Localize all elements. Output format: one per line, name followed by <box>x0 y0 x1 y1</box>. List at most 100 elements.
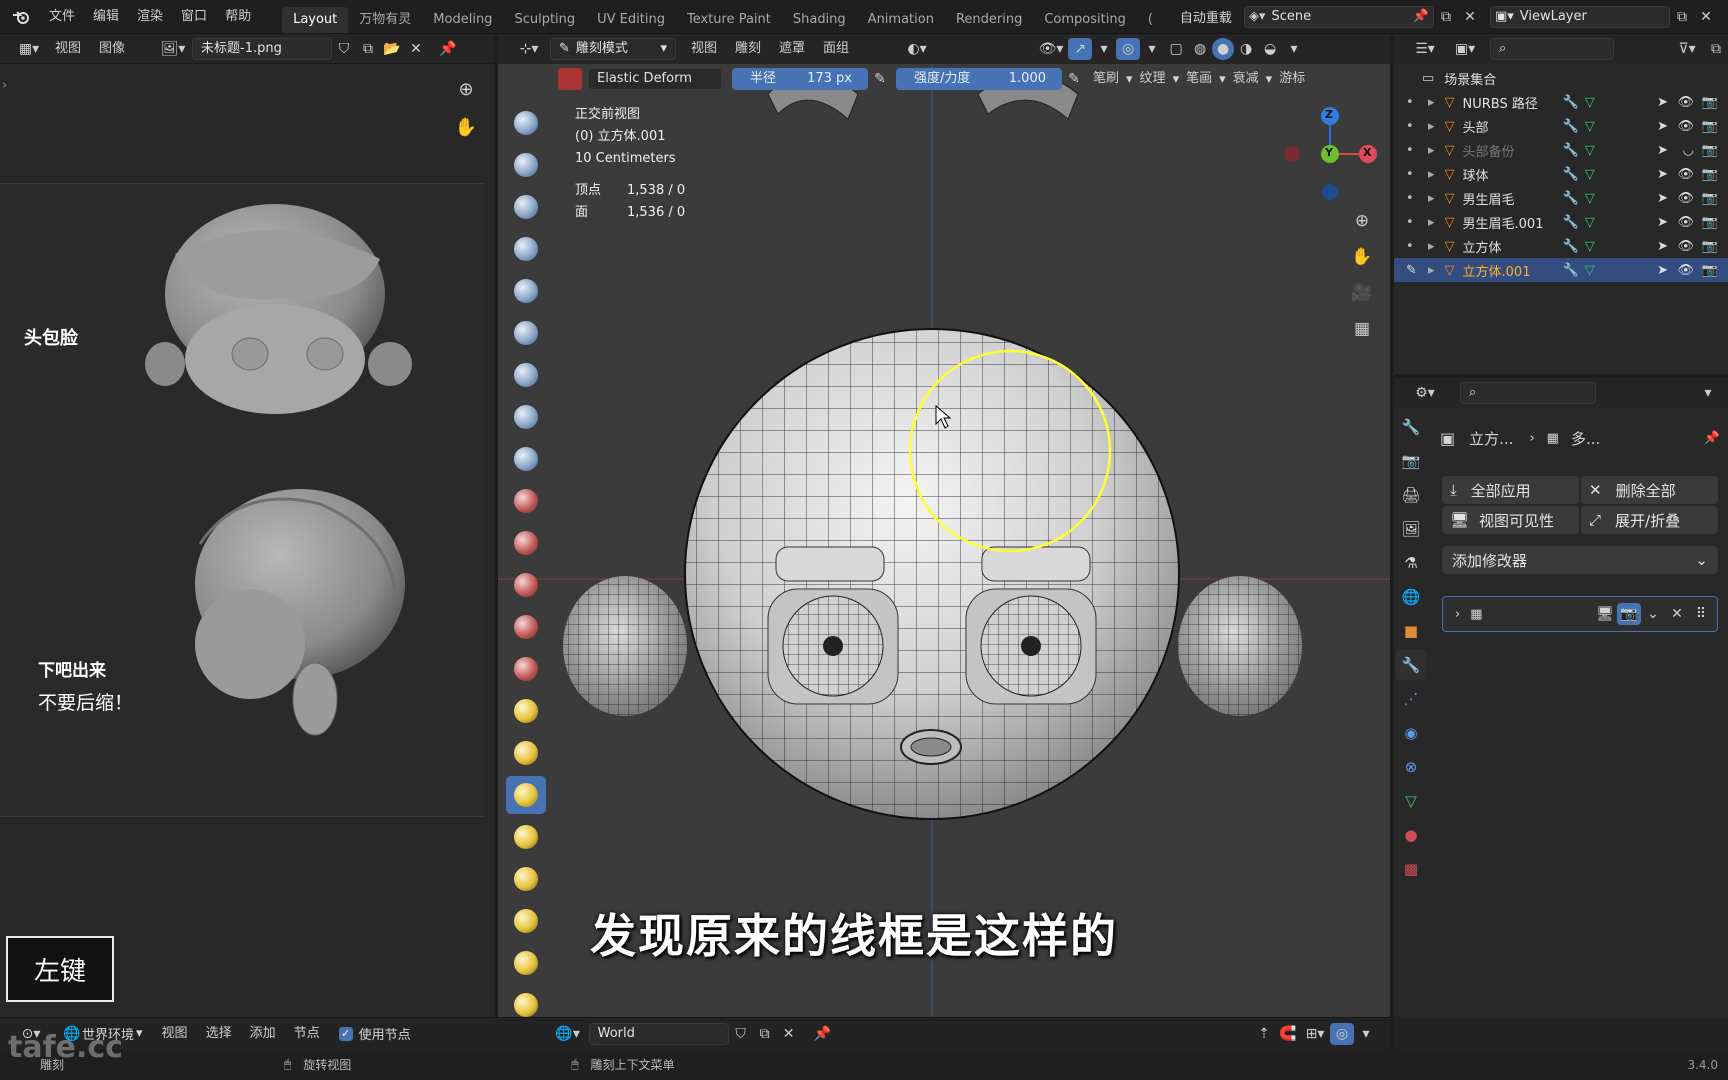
viewport-editor-type-icon[interactable]: ⊹▾ <box>512 38 546 60</box>
tool-smooth[interactable] <box>506 482 546 520</box>
strength-slider[interactable]: 强度/力度 1.000 <box>896 68 1062 90</box>
select-arrow-icon[interactable]: ➤ <box>1657 95 1668 110</box>
mode-selector[interactable]: ✎ 雕刻模式 ▾ <box>550 38 676 60</box>
outliner-item[interactable]: • ▸ ▽ 头部 🔧 ▽ ➤ 👁 📷 <box>1394 114 1728 138</box>
chevron-down-icon[interactable]: ▾ <box>1696 382 1720 404</box>
tab-rendering[interactable]: Rendering <box>945 7 1033 33</box>
add-modifier-dropdown[interactable]: 添加修改器 ⌄ <box>1442 546 1718 574</box>
tab-shading[interactable]: Shading <box>782 7 857 33</box>
camera-icon[interactable]: 📷 <box>1702 95 1718 110</box>
tool-clay-strips[interactable] <box>506 230 546 268</box>
visibility-icon[interactable]: 👁▾ <box>1034 38 1068 60</box>
pressure-pen-icon[interactable]: ✎ <box>1062 68 1086 90</box>
dropdown-brush[interactable]: 笔刷 <box>1086 64 1126 94</box>
camera-icon[interactable]: 📷 <box>1702 191 1718 206</box>
expand-arrow-icon[interactable]: ▸ <box>1428 167 1435 182</box>
new-scene-icon[interactable]: ⧉ <box>1434 6 1458 28</box>
select-arrow-icon[interactable]: ➤ <box>1657 215 1668 230</box>
tab-uv-editing[interactable]: UV Editing <box>586 7 676 33</box>
properties-search-input[interactable]: ⌕ <box>1460 382 1596 404</box>
duplicate-image-icon[interactable]: ⧉ <box>356 38 380 60</box>
vp-menu-view[interactable]: 视图 <box>682 34 726 64</box>
world-browse-icon[interactable]: 🌐▾ <box>551 1023 585 1045</box>
outliner-item[interactable]: • ▸ ▽ 立方体 🔧 ▽ ➤ 👁 📷 <box>1394 234 1728 258</box>
tool-draw[interactable] <box>506 104 546 142</box>
world-name-field[interactable]: World <box>588 1022 729 1045</box>
tool-pinch[interactable] <box>506 692 546 730</box>
display-mode-icon[interactable]: ▣▾ <box>1448 38 1482 60</box>
dropdown-cursor[interactable]: 游标 <box>1272 64 1312 94</box>
node-menu-view[interactable]: 视图 <box>153 1019 197 1049</box>
remove-modifier-icon[interactable]: ✕ <box>1665 603 1689 625</box>
pin-image-icon[interactable]: 📌 <box>436 38 460 60</box>
filter-icon[interactable]: ⊽▾ <box>1670 38 1704 60</box>
snap-mode-icon[interactable]: ⊞▾ <box>1300 1023 1330 1045</box>
expand-arrow-icon[interactable]: ▸ <box>1428 239 1435 254</box>
chevron-down-icon[interactable]: ▾ <box>1354 1023 1378 1045</box>
material-tab-icon[interactable]: ● <box>1396 820 1426 850</box>
use-nodes-checkbox[interactable]: ✓ 使用节点 <box>338 1024 411 1043</box>
render-tab-icon[interactable]: 📷 <box>1396 446 1426 476</box>
expand-arrow-icon[interactable]: ▸ <box>1428 143 1435 158</box>
modifier-wrench-icon[interactable]: 🔧 <box>1563 191 1579 206</box>
dropdown-stroke[interactable]: 笔画 <box>1179 64 1219 94</box>
tool-blob[interactable] <box>506 398 546 436</box>
mesh-data-icon[interactable]: ▽ <box>1585 143 1595 158</box>
mesh-data-icon[interactable]: ▽ <box>1585 95 1595 110</box>
image-menu-view[interactable]: 视图 <box>46 34 90 64</box>
view-layer-tab-icon[interactable]: 🖼 <box>1396 514 1426 544</box>
outliner-item[interactable]: • ▸ ▽ 男生眉毛 🔧 ▽ ➤ 👁 📷 <box>1394 186 1728 210</box>
eye-icon[interactable]: 👁 <box>1677 95 1694 110</box>
brush-name-field[interactable]: Elastic Deform <box>588 68 722 90</box>
tool-clay[interactable] <box>506 188 546 226</box>
tool-layer[interactable] <box>506 314 546 352</box>
overlay-toggle-icon[interactable]: ◎ <box>1116 38 1141 60</box>
tool-nudge[interactable] <box>506 944 546 982</box>
modifier-wrench-icon[interactable]: 🔧 <box>1563 263 1579 278</box>
expand-arrow-icon[interactable]: ▸ <box>1428 119 1435 134</box>
select-arrow-icon[interactable]: ➤ <box>1657 239 1668 254</box>
modifier-wrench-icon[interactable]: 🔧 <box>1563 119 1579 134</box>
particles-tab-icon[interactable]: ⋰ <box>1396 684 1426 714</box>
new-collection-icon[interactable]: ⧉ <box>1704 38 1728 60</box>
chevron-down-icon[interactable]: ▾ <box>1092 38 1116 60</box>
data-tab-icon[interactable]: ▽ <box>1396 786 1426 816</box>
dot-icon[interactable]: • <box>1406 119 1414 134</box>
zoom-icon[interactable]: ⊕ <box>1350 210 1374 232</box>
outliner-item[interactable]: • ▸ ▽ 男生眉毛.001 🔧 ▽ ➤ 👁 📷 <box>1394 210 1728 234</box>
tool-draw-sharp[interactable] <box>506 146 546 184</box>
gizmo-toggle-icon[interactable]: ↗ <box>1068 38 1093 60</box>
editor-type-icon[interactable]: ▦▾ <box>12 38 46 60</box>
tool-multiplane-scrape[interactable] <box>506 650 546 688</box>
dot-icon[interactable]: • <box>1406 191 1414 206</box>
tab-sculpting[interactable]: Sculpting <box>503 7 586 33</box>
eye-icon[interactable]: 👁 <box>1677 239 1694 254</box>
dropdown-falloff[interactable]: 衰减 <box>1226 64 1266 94</box>
eye-icon[interactable]: 👁 <box>1677 119 1694 134</box>
symmetry-icon[interactable]: ◐▾ <box>900 38 934 60</box>
expand-arrow-icon[interactable]: ▸ <box>1428 191 1435 206</box>
select-arrow-icon[interactable]: ➤ <box>1657 143 1668 158</box>
node-overlay-icon[interactable]: ◎ <box>1330 1022 1354 1045</box>
navigation-gizmo[interactable]: Z Y X <box>1280 104 1380 204</box>
tool-thumb[interactable] <box>506 860 546 898</box>
chevron-down-icon[interactable]: ▾ <box>1282 38 1306 60</box>
constraints-tab-icon[interactable]: ⊗ <box>1396 752 1426 782</box>
pin-icon[interactable]: 📌 <box>1413 7 1429 27</box>
open-folder-icon[interactable]: 📂 <box>380 38 404 60</box>
camera-icon[interactable]: 📷 <box>1702 167 1718 182</box>
fake-user-shield-icon[interactable]: ⛉ <box>729 1023 753 1045</box>
modifier-menu-chevron-icon[interactable]: ⌄ <box>1641 603 1665 625</box>
vp-menu-sculpt[interactable]: 雕刻 <box>726 34 770 64</box>
dot-icon[interactable]: • <box>1406 95 1414 110</box>
outliner-item[interactable]: • ▸ ▽ NURBS 路径 🔧 ▽ ➤ 👁 📷 <box>1394 90 1728 114</box>
outliner-item[interactable]: • ▸ ▽ 球体 🔧 ▽ ➤ 👁 📷 <box>1394 162 1728 186</box>
select-arrow-icon[interactable]: ➤ <box>1657 191 1668 206</box>
mesh-data-icon[interactable]: ▽ <box>1585 119 1595 134</box>
menu-window[interactable]: 窗口 <box>172 2 216 32</box>
outliner-root[interactable]: ▭ 场景集合 <box>1394 66 1728 90</box>
dot-icon[interactable]: • <box>1406 239 1414 254</box>
tool-flatten[interactable] <box>506 524 546 562</box>
tab-modeling[interactable]: Modeling <box>422 7 503 33</box>
fake-user-shield-icon[interactable]: ⛉ <box>332 38 356 60</box>
